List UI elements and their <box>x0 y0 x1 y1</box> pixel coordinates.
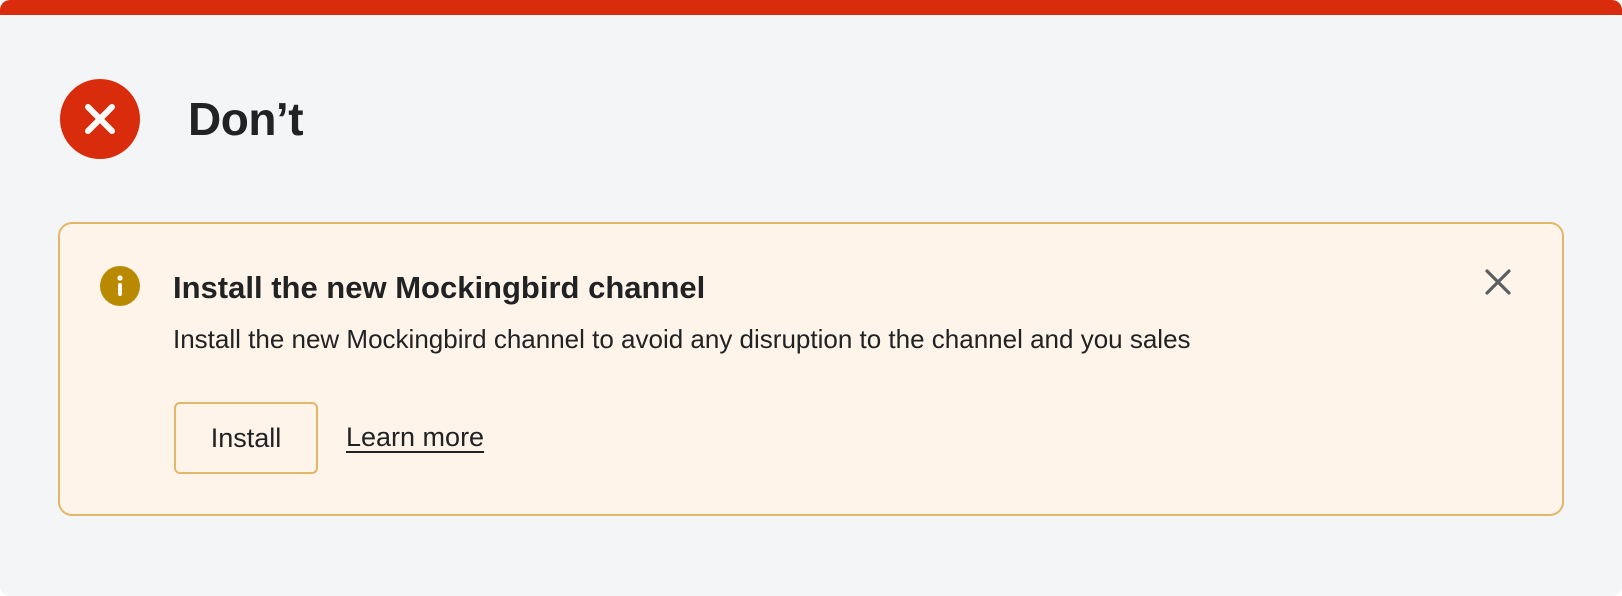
info-icon <box>100 266 140 306</box>
banner-title: Install the new Mockingbird channel <box>173 270 706 305</box>
install-button[interactable]: Install <box>174 402 318 474</box>
warning-banner: Install the new Mockingbird channel Inst… <box>58 222 1564 516</box>
banner-message: Install the new Mockingbird channel to a… <box>173 324 1191 354</box>
status-title: Don’t <box>188 93 304 145</box>
dismiss-button[interactable] <box>1478 264 1518 304</box>
install-button-label: Install <box>210 422 282 453</box>
status-header: Don’t <box>60 79 304 159</box>
example-card: Don’t Install the new Mockingbird channe… <box>0 0 1622 596</box>
close-icon <box>1484 268 1512 301</box>
learn-more-link[interactable]: Learn more <box>346 422 484 453</box>
critical-top-bar <box>0 0 1622 15</box>
x-circle-icon <box>60 79 140 159</box>
